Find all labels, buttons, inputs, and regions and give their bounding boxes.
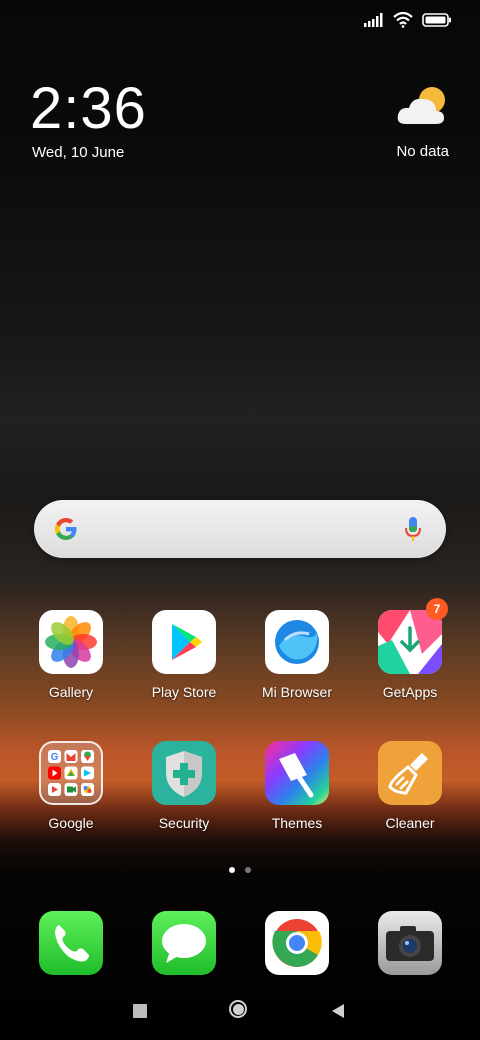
app-google-folder[interactable]: G Google [21,741,121,831]
dock-messages[interactable] [134,911,234,975]
camera-icon [378,911,442,975]
app-getapps[interactable]: 7 GetApps [360,598,460,700]
page-indicator-active [229,867,235,873]
back-button[interactable] [330,1003,346,1019]
gallery-icon [39,610,103,674]
mi-browser-icon [265,610,329,674]
clock-date[interactable]: Wed, 10 June [32,144,124,161]
app-label: Security [158,815,210,831]
app-label: Themes [271,815,323,831]
themes-icon [265,741,329,805]
battery-icon [422,13,451,27]
google-search-bar[interactable] [34,500,446,558]
app-security[interactable]: Security [134,741,234,831]
page-indicator-inactive [245,867,251,873]
app-label: Cleaner [385,815,435,831]
mic-icon[interactable] [404,516,422,542]
svg-text:G: G [51,752,59,763]
play-store-icon [152,610,216,674]
security-icon [152,741,216,805]
app-cleaner[interactable]: Cleaner [360,741,460,831]
circle-icon [232,1003,244,1015]
app-gallery[interactable]: Gallery [21,610,121,700]
app-mi-browser[interactable]: Mi Browser [247,610,347,700]
dock-chrome[interactable] [247,911,347,975]
app-label: Google [48,815,94,831]
dock-camera[interactable] [360,911,460,975]
notification-badge: 7 [426,598,448,620]
clock-time[interactable]: 2:36 [30,80,147,138]
google-folder-icon: G [39,741,103,805]
chrome-icon [265,911,329,975]
app-label: GetApps [382,684,438,700]
app-label: Play Store [151,684,217,700]
cleaner-icon [378,741,442,805]
app-label: Mi Browser [261,684,332,700]
recents-button[interactable] [133,1004,147,1018]
home-button[interactable] [229,1000,247,1018]
partly-cloudy-icon[interactable] [396,84,450,135]
status-bar [364,12,452,28]
app-themes[interactable]: Themes [247,741,347,831]
app-play-store[interactable]: Play Store [134,610,234,700]
google-g-icon [55,518,77,540]
getapps-icon: 7 [378,598,448,674]
dock-phone[interactable] [21,911,121,975]
app-label: Gallery [48,684,94,700]
messages-icon [152,911,216,975]
weather-status[interactable]: No data [396,143,449,160]
wifi-icon [393,12,413,28]
signal-icon [364,13,383,27]
phone-icon [39,911,103,975]
